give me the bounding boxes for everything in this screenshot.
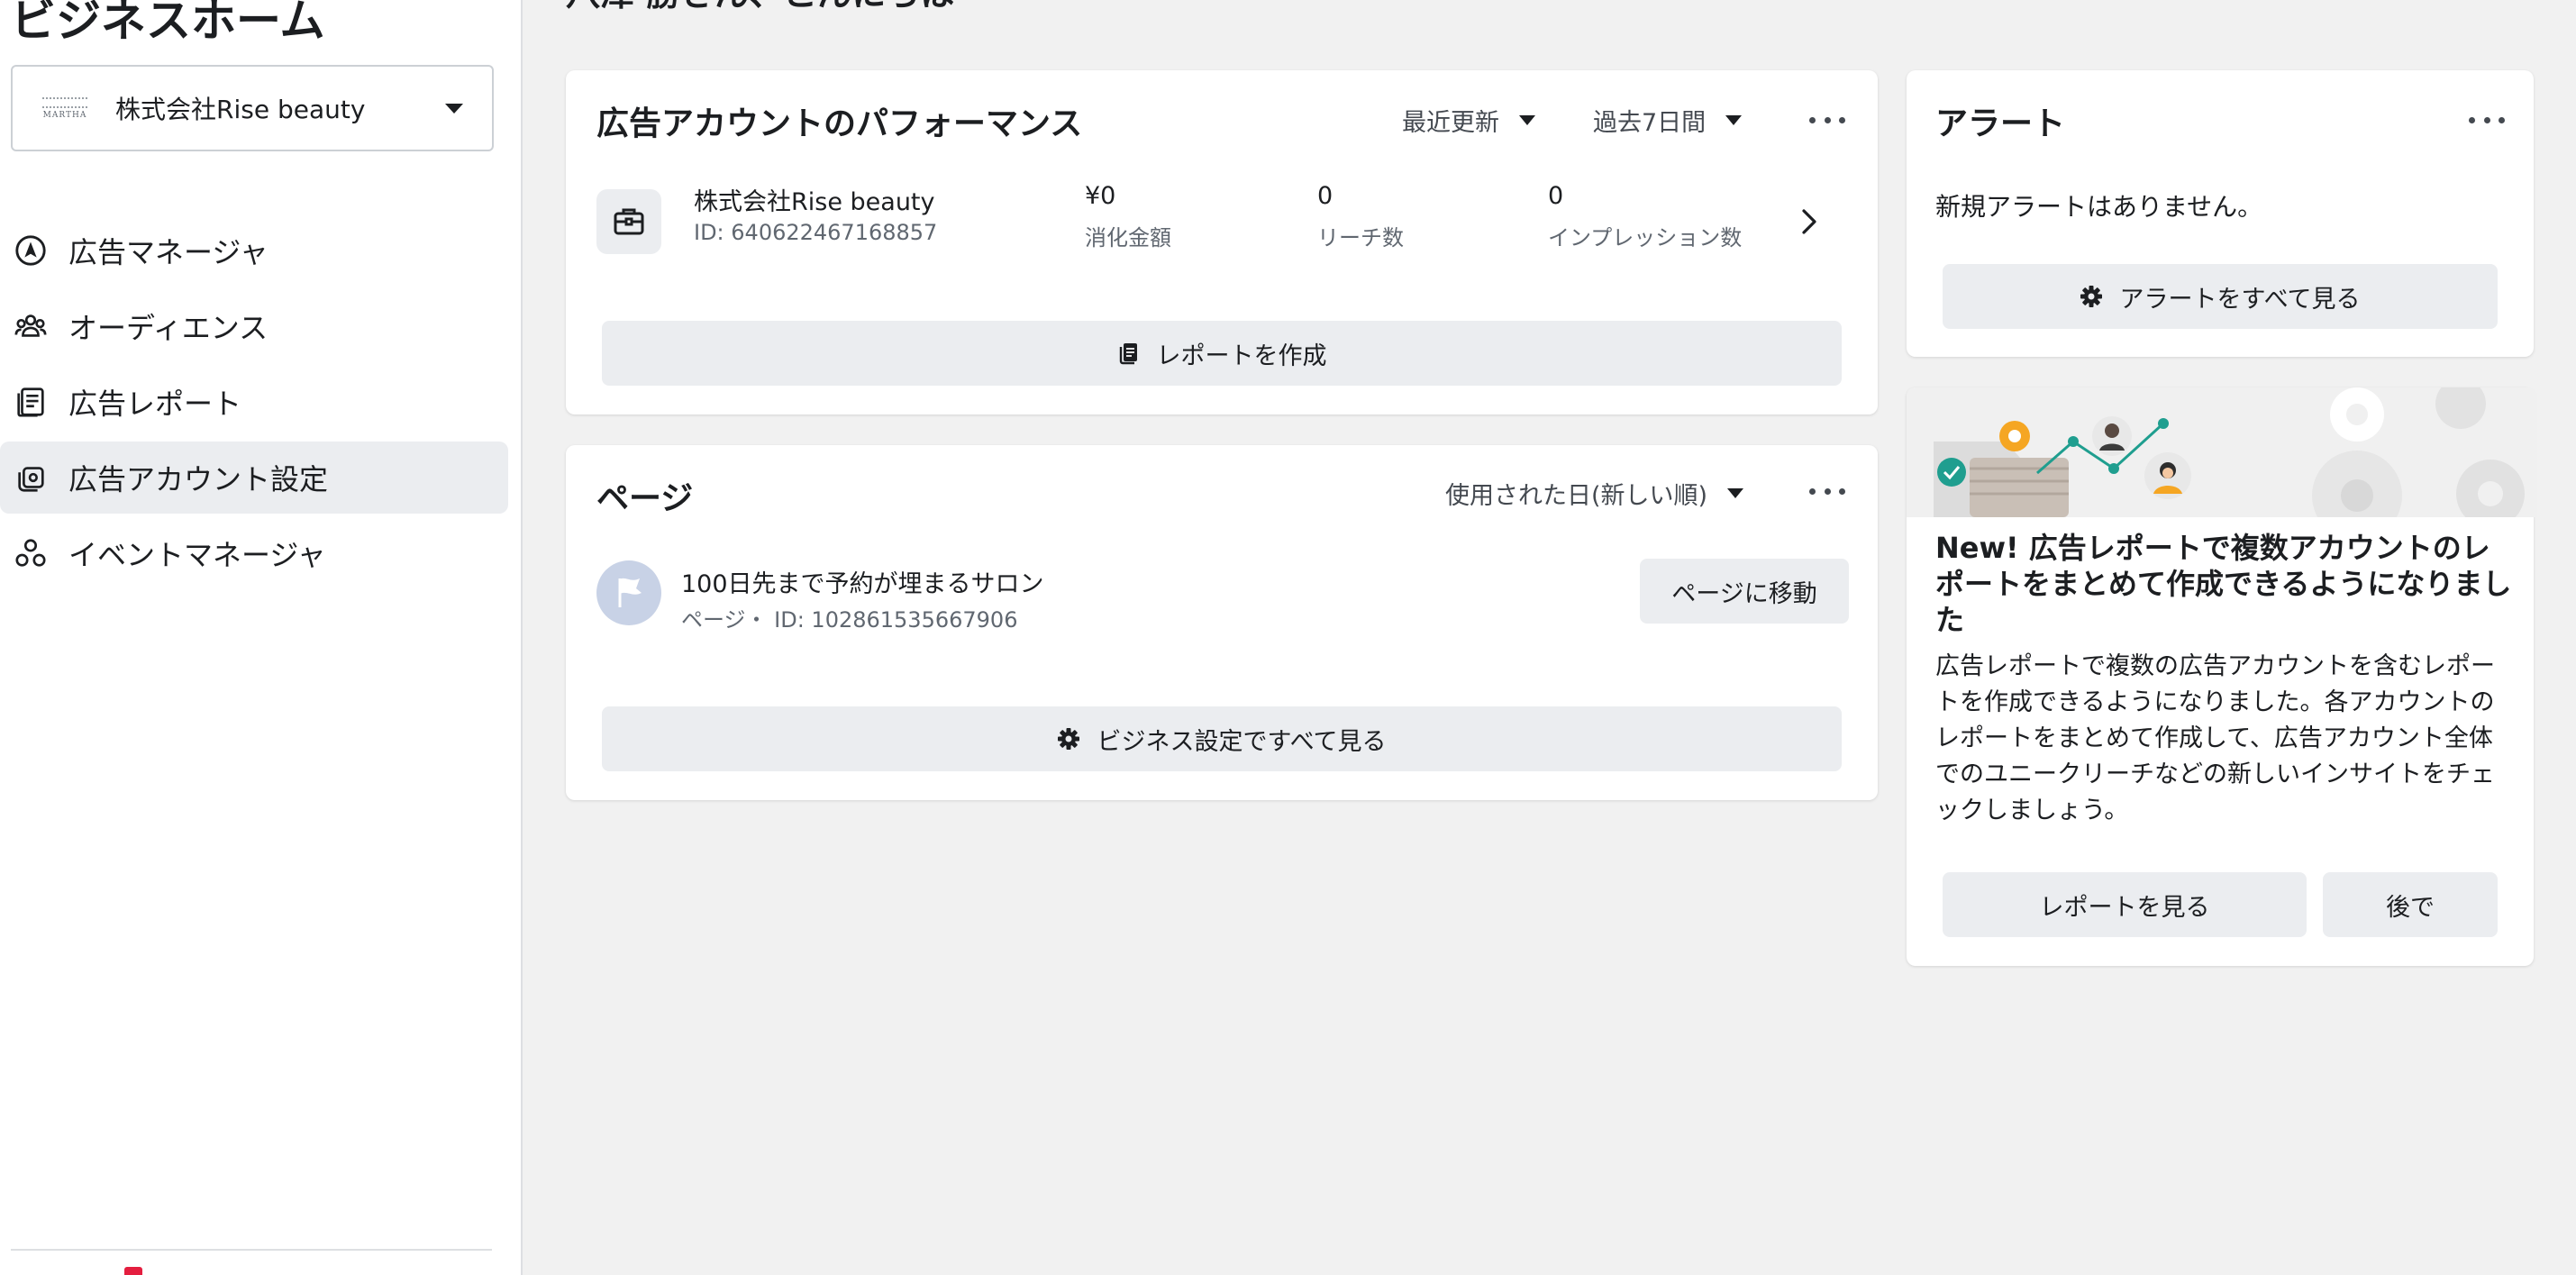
stat-spend-label: 消化金額 [1085,225,1171,250]
sidebar-item-label: イベントマネージャ [68,538,326,572]
sort-dropdown[interactable]: 最近更新 [1402,97,1535,142]
sidebar-item-ad-reports[interactable]: 広告レポート [0,366,508,438]
more-options-icon[interactable] [2469,111,2505,129]
page-greeting: 八澤 勝さん、こんにちは [566,0,954,16]
view-report-label: レポートを見る [2039,893,2210,922]
create-report-button[interactable]: レポートを作成 [602,321,1842,386]
stat-spend-value: ¥0 [1085,182,1116,210]
view-report-button[interactable]: レポートを見る [1943,872,2307,937]
page-name[interactable]: 100日先まで予約が埋まるサロン [681,564,1044,599]
more-options-icon[interactable] [1809,482,1845,500]
chevron-down-icon [1725,114,1743,125]
chevron-down-icon [1727,487,1744,498]
page-meta: ページ・ ID: 102861535667906 [681,607,1018,633]
people-icon [13,308,49,344]
compass-icon [13,232,49,269]
sidebar-item-ad-account-settings[interactable]: 広告アカウント設定 [0,442,508,514]
promo-illustration [1907,387,2537,517]
date-range-label: 過去7日間 [1593,108,1707,137]
card-title: ページ [596,480,694,517]
sidebar-nav: 広告マネージャ オーディエンス 広告レポート 広告アカウント設定 イベントマネー… [0,214,523,593]
more-options-icon[interactable] [1809,111,1845,129]
sidebar-item-events-manager[interactable]: イベントマネージャ [0,517,508,589]
gear-icon [1058,728,1080,750]
report-icon [1119,343,1137,365]
event-manager-icon [13,535,49,571]
create-report-label: レポートを作成 [1156,342,1327,370]
promo-title: New! 広告レポートで複数アカウントのレポートをまとめて作成できるようになりま… [1935,531,2512,637]
chevron-right-icon[interactable] [1791,204,1827,240]
ad-account-id: ID: 640622467168857 [694,220,938,245]
sidebar-item-label: 広告レポート [68,387,242,421]
gear-icon [2080,286,2103,307]
card-title: アラート [1935,105,2066,142]
see-all-label: ビジネス設定ですべて見る [1097,727,1387,756]
stat-impressions-label: インプレッション数 [1548,225,1743,250]
card-title: 広告アカウントのパフォーマンス [596,105,1083,142]
date-range-dropdown[interactable]: 過去7日間 [1593,97,1743,142]
alerts-empty-text: 新規アラートはありません。 [1935,192,2263,222]
go-to-page-button[interactable]: ページに移動 [1640,559,1849,624]
see-all-alerts-button[interactable]: アラートをすべて見る [1943,264,2498,329]
page-avatar [596,560,661,625]
account-selector-name: 株式会社Rise beauty [115,95,366,124]
chevron-down-icon [445,103,463,114]
sidebar: ビジネスホーム MARTHA 株式会社Rise beauty 広告マネージャ オ… [0,0,523,1275]
chevron-down-icon [1519,114,1535,125]
account-logo: MARTHA [40,90,90,126]
pages-sort-label: 使用された日(新しい順) [1445,481,1708,510]
ad-account-performance-card: 広告アカウントのパフォーマンス 最近更新 過去7日間 株式会社Rise beau… [566,70,1878,414]
see-all-alerts-label: アラートをすべて見る [2119,285,2361,314]
sidebar-item-ads-manager[interactable]: 広告マネージャ [0,214,508,287]
stat-reach-value: 0 [1317,182,1334,210]
report-icon [13,384,49,420]
sidebar-item-label: 広告マネージャ [68,235,269,269]
sidebar-item-label: オーディエンス [68,311,269,345]
alerts-card: アラート 新規アラートはありません。 アラートをすべて見る [1907,70,2534,357]
account-settings-icon [13,460,49,496]
later-label: 後で [2386,893,2435,922]
later-button[interactable]: 後で [2323,872,2498,937]
sidebar-item-audiences[interactable]: オーディエンス [0,290,508,362]
account-selector[interactable]: MARTHA 株式会社Rise beauty [11,65,494,151]
ad-account-row[interactable]: 株式会社Rise beauty ID: 640622467168857 ¥0 消… [596,182,1840,269]
pages-card: ページ 使用された日(新しい順) 100日先まで予約が埋まるサロン ページ・ I… [566,445,1878,800]
promo-body: 広告レポートで複数の広告アカウントを含むレポートを作成できるようになりました。各… [1935,652,2495,824]
sidebar-item-label: 広告アカウント設定 [68,462,329,496]
sort-dropdown-label: 最近更新 [1402,108,1499,137]
promo-card: New! 広告レポートで複数アカウントのレポートをまとめて作成できるようになりま… [1907,387,2537,966]
pages-sort-dropdown[interactable]: 使用された日(新しい順) [1445,470,1744,515]
sidebar-title: ビジネスホーム [11,0,325,47]
stat-impressions-value: 0 [1548,182,1564,210]
stat-reach-label: リーチ数 [1317,225,1404,250]
notification-badge [124,1267,142,1275]
flag-icon [618,578,642,607]
see-all-in-business-settings-button[interactable]: ビジネス設定ですべて見る [602,706,1842,771]
ad-account-name: 株式会社Rise beauty [694,188,935,216]
sidebar-divider [11,1249,492,1251]
go-to-page-label: ページに移動 [1671,579,1817,608]
briefcase-icon [596,189,661,254]
